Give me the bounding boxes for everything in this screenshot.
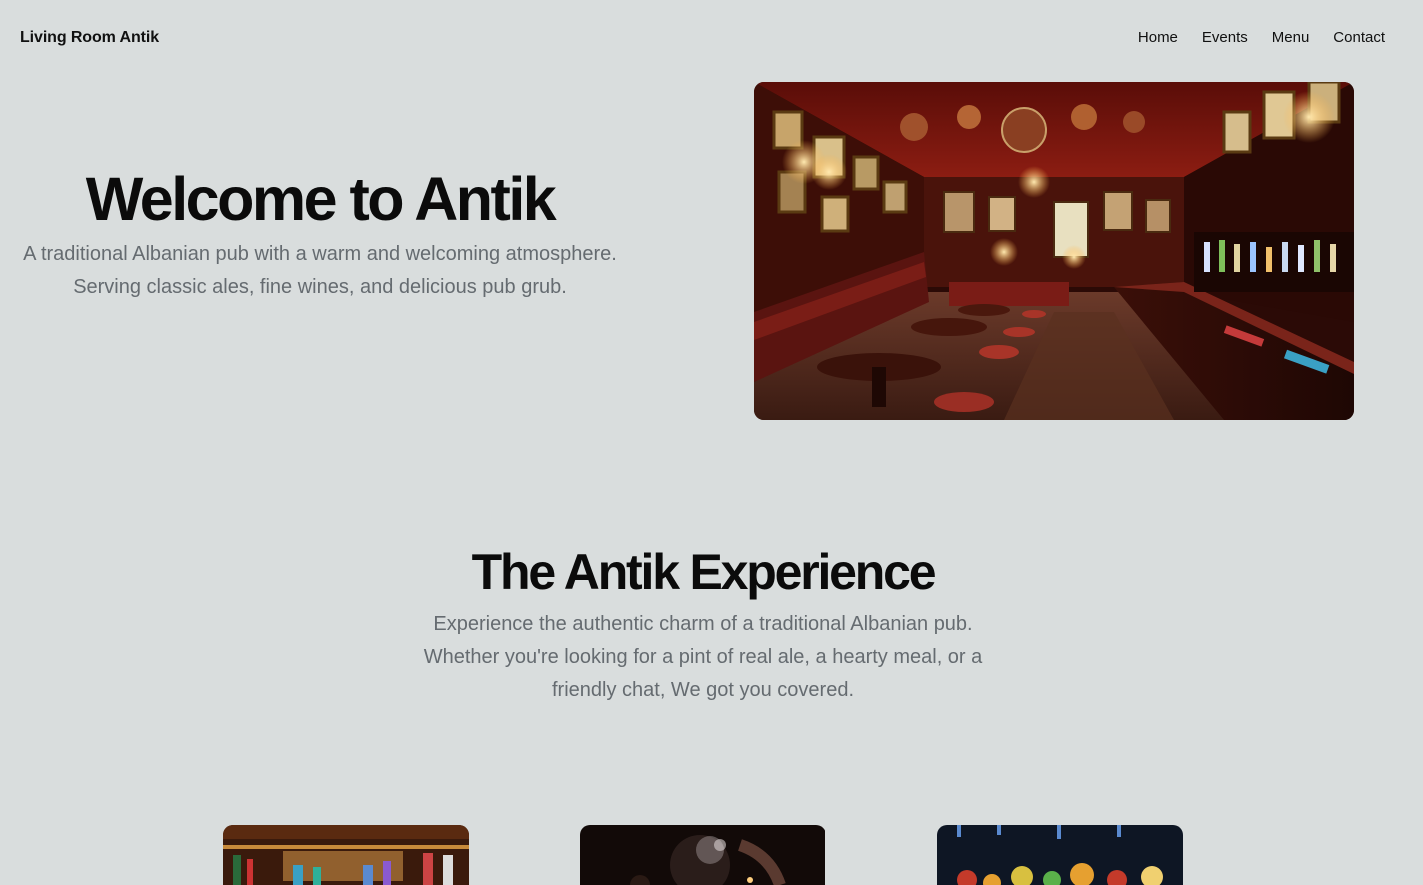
experience-title: The Antik Experience <box>471 544 937 600</box>
hero-subtitle: A traditional Albanian pub with a warm a… <box>23 243 617 298</box>
nav-events-link[interactable]: Events <box>1202 29 1248 46</box>
cocktail-pour-image-card <box>580 825 826 885</box>
nav-home-link[interactable]: Home <box>1138 29 1178 46</box>
pub-interior-image <box>754 82 1354 420</box>
drinks-table-image-card <box>937 825 1183 885</box>
site-header: Living Room Antik Home Events Menu Conta… <box>0 0 1423 76</box>
nav-menu-link[interactable]: Menu <box>1272 29 1310 46</box>
main-nav: Home Events Menu Contact <box>1138 29 1385 46</box>
bar-shelves-image-card <box>223 825 469 885</box>
nav-contact-link[interactable]: Contact <box>1333 29 1385 46</box>
hero-text: Welcome to Antik A traditional Albanian … <box>20 160 620 304</box>
experience-description: Experience the authentic charm of a trad… <box>423 613 983 701</box>
hero-title: Welcome to Antik <box>85 165 557 233</box>
page: Living Room Antik Home Events Menu Conta… <box>0 0 1423 885</box>
brand-logo[interactable]: Living Room Antik <box>20 29 159 47</box>
